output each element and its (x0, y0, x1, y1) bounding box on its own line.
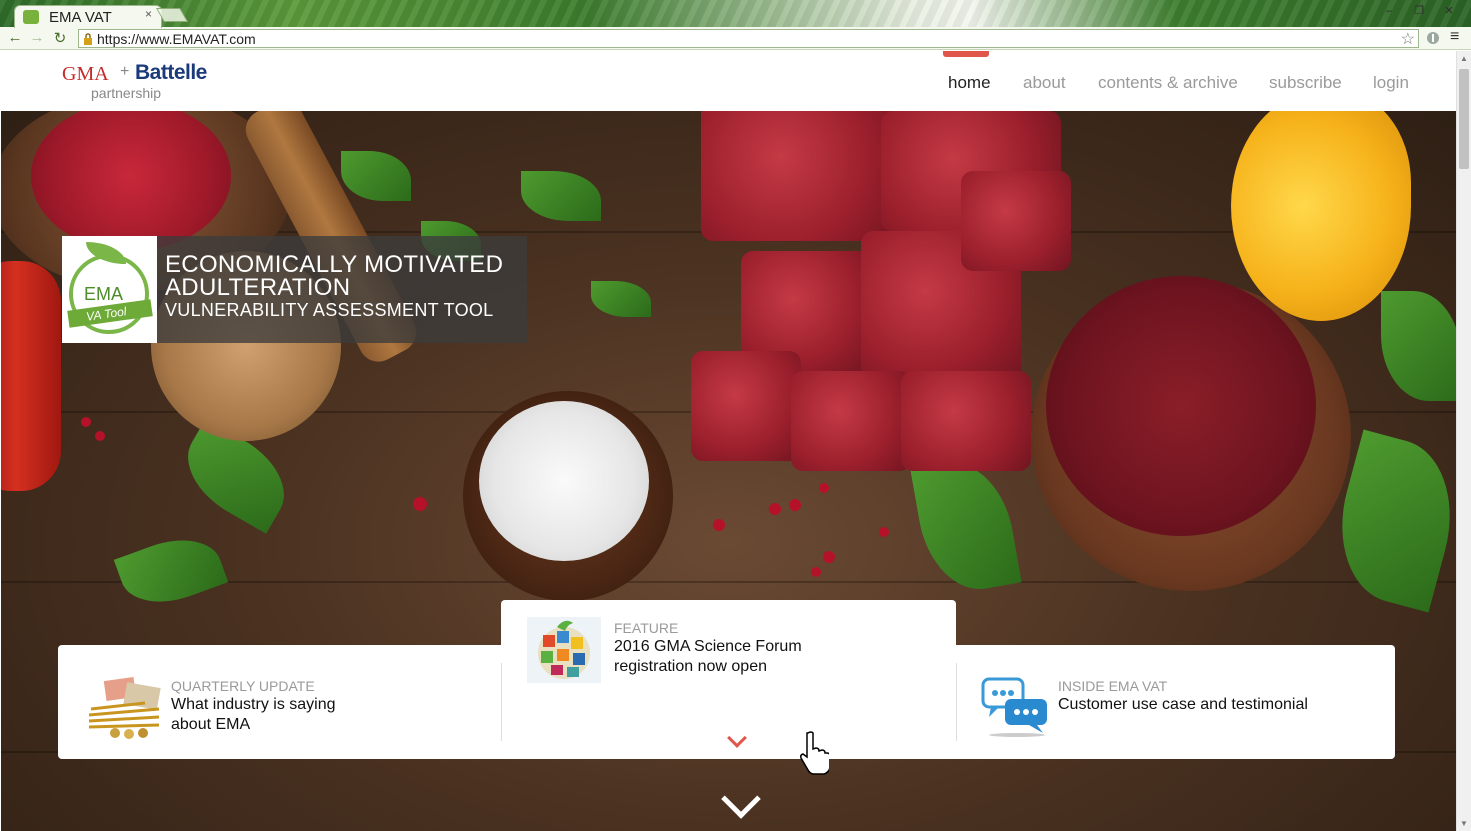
nav-contents-archive[interactable]: contents & archive (1098, 73, 1238, 93)
minimize-button[interactable]: – (1380, 4, 1398, 18)
card-divider (956, 663, 957, 741)
browser-titlebar: EMA VAT × – ❐ ✕ (0, 0, 1471, 28)
favicon-icon (23, 10, 39, 24)
address-bar[interactable]: https://www.EMAVAT.com ☆ (78, 29, 1419, 48)
ema-logo-text: EMA (84, 284, 124, 304)
logo-battelle-text: Battelle (135, 61, 207, 84)
reload-button[interactable]: ↻ (51, 29, 69, 47)
ema-title-banner: EMA VA Tool ECONOMICALLY MOTIVATED ADULT… (62, 236, 527, 343)
scroll-thumb[interactable] (1459, 69, 1469, 169)
card-kicker: QUARTERLY UPDATE (171, 678, 315, 694)
hero-subtitle: VULNERABILITY ASSESSMENT TOOL (165, 300, 494, 320)
logo-partnership-text: partnership (91, 85, 162, 101)
nav-about[interactable]: about (1023, 73, 1066, 93)
card-divider (501, 663, 502, 741)
scroll-up-icon[interactable]: ▲ (1460, 54, 1468, 63)
logo-plus-text: + (120, 63, 130, 80)
tab-close-icon[interactable]: × (145, 7, 152, 21)
hand-cursor-icon (800, 731, 829, 775)
card-kicker: INSIDE EMA VAT (1058, 678, 1168, 694)
browser-tab[interactable]: EMA VAT × (14, 5, 162, 28)
card-title[interactable]: What industry is saying about EMA (171, 695, 371, 735)
back-button[interactable]: ← (6, 29, 24, 46)
money-wheat-thumbnail (88, 677, 161, 739)
chat-bubbles-icon (981, 677, 1047, 737)
lock-icon (84, 33, 92, 45)
ema-va-tool-logo: EMA VA Tool (62, 236, 157, 343)
web-page: GMA + Battelle partnership home about co… (1, 51, 1456, 831)
active-nav-indicator (943, 51, 989, 57)
scroll-down-icon[interactable]: ▼ (1460, 819, 1468, 828)
ema-title-text-box: ECONOMICALLY MOTIVATED ADULTERATION VULN… (157, 236, 527, 343)
url-text: https://www.EMAVAT.com (97, 31, 256, 47)
card-title[interactable]: 2016 GMA Science Forum registration now … (614, 637, 834, 677)
close-window-button[interactable]: ✕ (1440, 4, 1458, 18)
globe-mosaic-thumbnail (527, 617, 601, 683)
restore-button[interactable]: ❐ (1410, 4, 1428, 18)
hero-title-line2: ADULTERATION (165, 274, 351, 301)
card-title[interactable]: Customer use case and testimonial (1058, 695, 1358, 715)
extension-icon[interactable] (1426, 31, 1440, 45)
nav-subscribe[interactable]: subscribe (1269, 73, 1342, 93)
menu-icon[interactable]: ≡ (1450, 28, 1459, 46)
card-kicker: FEATURE (614, 620, 679, 636)
nav-login[interactable]: login (1373, 73, 1409, 93)
bookmark-star-icon[interactable]: ☆ (1401, 29, 1415, 49)
site-header: GMA + Battelle partnership home about co… (1, 51, 1456, 111)
forward-button[interactable]: → (28, 29, 46, 46)
tab-title: EMA VAT (49, 9, 112, 26)
page-scrollbar[interactable]: ▲ ▼ (1456, 51, 1471, 831)
browser-toolbar: ← → ↻ https://www.EMAVAT.com ☆ ≡ (0, 27, 1471, 50)
logo-gma-text: GMA (62, 63, 109, 85)
nav-home[interactable]: home (948, 73, 991, 93)
